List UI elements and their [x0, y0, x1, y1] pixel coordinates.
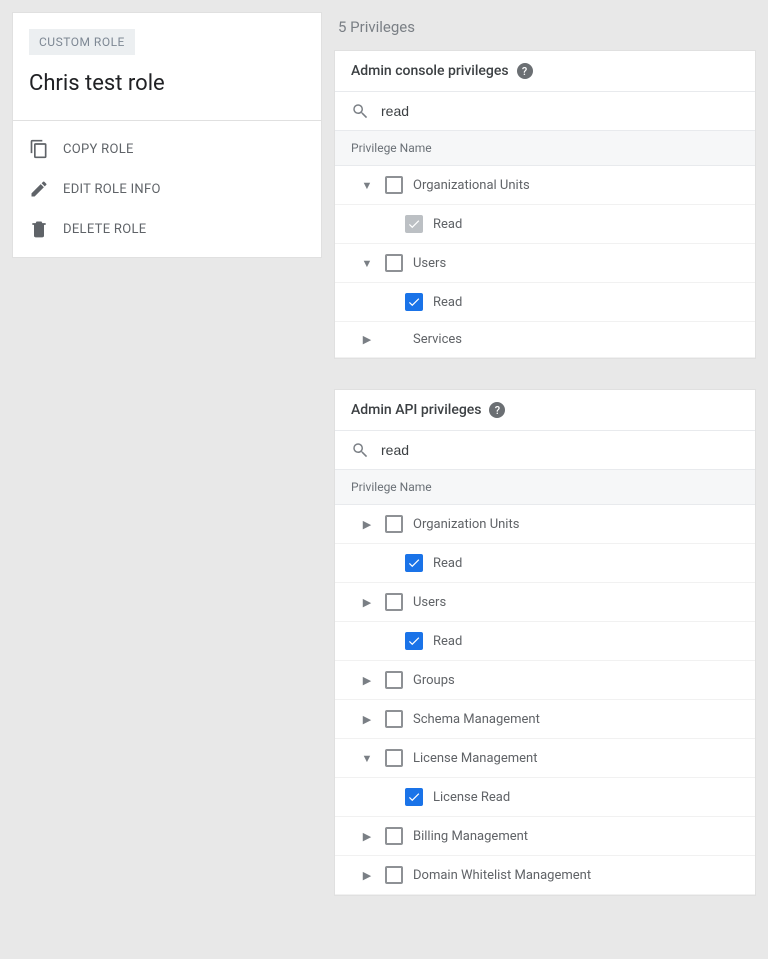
edit-role-button[interactable]: EDIT ROLE INFO	[13, 169, 321, 209]
privilege-label: Users	[413, 256, 446, 271]
chevron-right-icon[interactable]: ▶	[359, 333, 375, 346]
api-privileges-header: Admin API privileges	[351, 402, 481, 418]
copy-role-label: COPY ROLE	[63, 142, 134, 157]
privilege-label: Read	[433, 556, 462, 571]
chevron-right-icon[interactable]: ▶	[359, 518, 375, 531]
chevron-right-icon[interactable]: ▶	[359, 596, 375, 609]
chevron-right-icon[interactable]: ▶	[359, 830, 375, 843]
console-column-header: Privilege Name	[335, 131, 755, 166]
privilege-label: Read	[433, 295, 462, 310]
chevron-down-icon[interactable]: ▼	[359, 752, 375, 765]
checkbox-api-billing[interactable]	[385, 827, 403, 845]
privilege-row-api-billing[interactable]: ▶ Billing Management	[335, 817, 755, 856]
privilege-label: Organization Units	[413, 517, 519, 532]
privilege-row-api-license-read[interactable]: License Read	[335, 778, 755, 817]
chevron-down-icon[interactable]: ▼	[359, 257, 375, 270]
search-icon	[351, 441, 369, 459]
edit-role-label: EDIT ROLE INFO	[63, 182, 161, 197]
chevron-right-icon[interactable]: ▶	[359, 869, 375, 882]
checkbox-api-license-read[interactable]	[405, 788, 423, 806]
checkbox-org-units[interactable]	[385, 176, 403, 194]
role-name: Chris test role	[29, 71, 305, 96]
privilege-row-api-groups[interactable]: ▶ Groups	[335, 661, 755, 700]
privilege-label: Domain Whitelist Management	[413, 868, 591, 883]
copy-icon	[29, 139, 49, 159]
privilege-label: Read	[433, 634, 462, 649]
help-icon[interactable]: ?	[517, 63, 533, 79]
checkbox-api-schema[interactable]	[385, 710, 403, 728]
pencil-icon	[29, 179, 49, 199]
privilege-row-org-units[interactable]: ▼ Organizational Units	[335, 166, 755, 205]
role-type-badge: CUSTOM ROLE	[29, 29, 135, 55]
privilege-label: Services	[413, 332, 462, 347]
privilege-label: Schema Management	[413, 712, 540, 727]
privilege-row-api-schema[interactable]: ▶ Schema Management	[335, 700, 755, 739]
trash-icon	[29, 219, 49, 239]
privilege-row-services[interactable]: ▶ Services	[335, 322, 755, 358]
privilege-row-api-org-units-read[interactable]: Read	[335, 544, 755, 583]
privileges-title: 5 Privileges	[334, 12, 756, 50]
checkbox-org-units-read	[405, 215, 423, 233]
api-search-input[interactable]	[381, 442, 739, 458]
checkbox-api-groups[interactable]	[385, 671, 403, 689]
console-search-input[interactable]	[381, 103, 739, 119]
help-icon[interactable]: ?	[489, 402, 505, 418]
privilege-row-org-units-read[interactable]: Read	[335, 205, 755, 244]
api-column-header: Privilege Name	[335, 470, 755, 505]
checkbox-users-read[interactable]	[405, 293, 423, 311]
api-privileges-card: Admin API privileges ? Privilege Name ▶ …	[334, 389, 756, 896]
checkbox-api-org-units-read[interactable]	[405, 554, 423, 572]
search-icon	[351, 102, 369, 120]
privilege-label: Users	[413, 595, 446, 610]
delete-role-label: DELETE ROLE	[63, 222, 146, 237]
privilege-row-api-domain-whitelist[interactable]: ▶ Domain Whitelist Management	[335, 856, 755, 895]
privilege-row-api-users-read[interactable]: Read	[335, 622, 755, 661]
privilege-row-users-read[interactable]: Read	[335, 283, 755, 322]
privilege-label: Read	[433, 217, 462, 232]
chevron-down-icon[interactable]: ▼	[359, 179, 375, 192]
chevron-right-icon[interactable]: ▶	[359, 674, 375, 687]
console-privileges-header: Admin console privileges	[351, 63, 509, 79]
checkbox-users[interactable]	[385, 254, 403, 272]
chevron-right-icon[interactable]: ▶	[359, 713, 375, 726]
privilege-label: License Read	[433, 790, 510, 805]
checkbox-api-users-read[interactable]	[405, 632, 423, 650]
privilege-label: License Management	[413, 751, 537, 766]
privilege-label: Organizational Units	[413, 178, 530, 193]
privilege-row-api-org-units[interactable]: ▶ Organization Units	[335, 505, 755, 544]
role-card: CUSTOM ROLE Chris test role COPY ROLE ED…	[12, 12, 322, 258]
checkbox-api-org-units[interactable]	[385, 515, 403, 533]
checkbox-api-users[interactable]	[385, 593, 403, 611]
privilege-row-users[interactable]: ▼ Users	[335, 244, 755, 283]
copy-role-button[interactable]: COPY ROLE	[13, 129, 321, 169]
privilege-row-api-license[interactable]: ▼ License Management	[335, 739, 755, 778]
checkbox-api-license[interactable]	[385, 749, 403, 767]
delete-role-button[interactable]: DELETE ROLE	[13, 209, 321, 249]
checkbox-api-domain-whitelist[interactable]	[385, 866, 403, 884]
privilege-label: Billing Management	[413, 829, 528, 844]
console-privileges-card: Admin console privileges ? Privilege Nam…	[334, 50, 756, 359]
privilege-row-api-users[interactable]: ▶ Users	[335, 583, 755, 622]
privilege-label: Groups	[413, 673, 455, 688]
